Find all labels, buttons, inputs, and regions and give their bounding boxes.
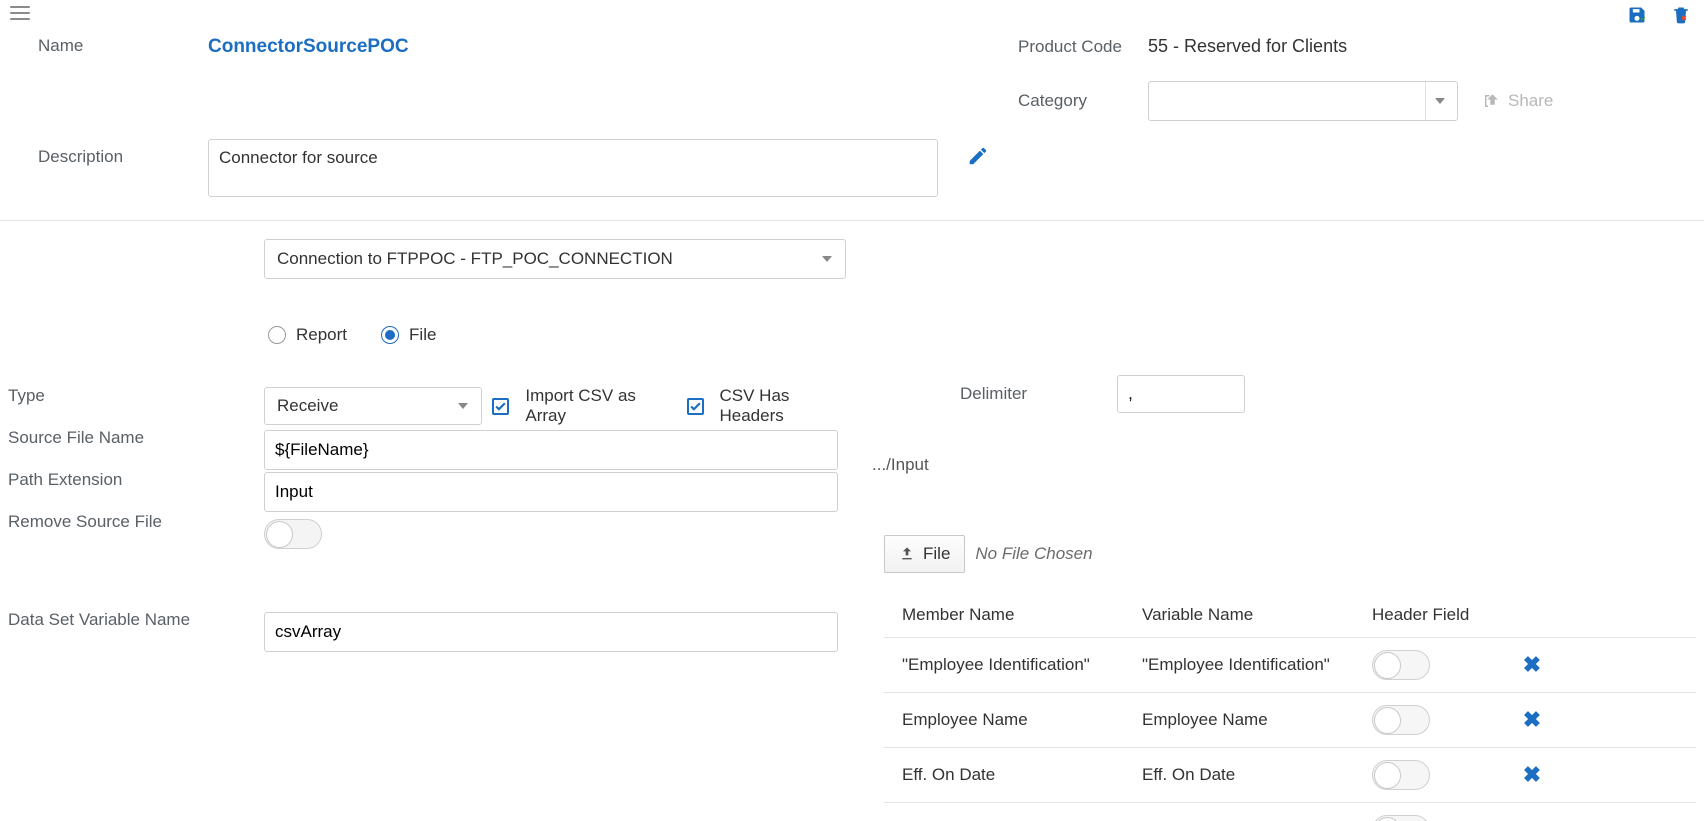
file-upload-button[interactable]: File (884, 535, 965, 573)
share-label: Share (1508, 91, 1553, 111)
product-code-label: Product Code (1018, 37, 1148, 57)
import-csv-label: Import CSV as Array (525, 386, 666, 426)
type-label: Type (8, 375, 256, 417)
category-label: Category (1018, 91, 1148, 111)
file-button-label: File (923, 544, 950, 564)
delimiter-input[interactable] (1117, 375, 1245, 413)
description-label: Description (38, 139, 208, 167)
member-name-cell: Employee Name (902, 710, 1142, 730)
radio-file[interactable]: File (381, 325, 436, 345)
delete-row-icon[interactable]: ✖ (1502, 707, 1562, 733)
source-file-input[interactable] (264, 430, 838, 470)
csv-headers-label: CSV Has Headers (720, 386, 847, 426)
delete-row-icon[interactable]: ✖ (1502, 652, 1562, 678)
chevron-down-icon (458, 403, 468, 409)
path-preview: .../Input (872, 455, 1696, 475)
dataset-variable-input[interactable] (264, 612, 838, 652)
chevron-down-icon (822, 256, 832, 262)
remove-source-label: Remove Source File (8, 501, 256, 543)
description-input[interactable] (208, 139, 938, 197)
dataset-variable-label: Data Set Variable Name (8, 599, 256, 641)
name-label: Name (38, 36, 208, 56)
table-row: Employee NameEmployee Name ✖ (884, 692, 1696, 747)
variable-name-cell: "Employee Identification" (1142, 655, 1372, 675)
type-value: Receive (277, 396, 338, 416)
delimiter-label: Delimiter (960, 384, 1027, 404)
header-field-toggle[interactable] (1372, 815, 1430, 821)
edit-icon[interactable] (967, 145, 989, 167)
table-row: Data ItemData Item✖ (884, 802, 1696, 821)
path-extension-input[interactable] (264, 472, 838, 512)
variable-name-cell: Employee Name (1142, 710, 1372, 730)
header-field-toggle[interactable] (1372, 650, 1430, 680)
product-code-value: 55 - Reserved for Clients (1148, 36, 1670, 57)
save-icon[interactable] (1626, 4, 1648, 26)
table-row: "Employee Identification""Employee Ident… (884, 637, 1696, 692)
category-select[interactable] (1148, 81, 1458, 121)
chevron-down-icon (1435, 98, 1445, 104)
delete-row-icon[interactable]: ✖ (1502, 817, 1562, 821)
import-csv-checkbox[interactable] (492, 398, 509, 415)
radio-report-label: Report (296, 325, 347, 345)
type-select[interactable]: Receive (264, 387, 482, 425)
table-row: Eff. On DateEff. On Date ✖ (884, 747, 1696, 802)
col-header-field: Header Field (1372, 605, 1502, 625)
radio-report[interactable]: Report (268, 325, 347, 345)
header-field-toggle[interactable] (1372, 760, 1430, 790)
radio-file-label: File (409, 325, 436, 345)
member-name-cell: Eff. On Date (902, 765, 1142, 785)
header-field-toggle[interactable] (1372, 705, 1430, 735)
col-variable-name: Variable Name (1142, 605, 1372, 625)
connection-value: Connection to FTPPOC - FTP_POC_CONNECTIO… (277, 249, 673, 269)
member-name-cell: "Employee Identification" (902, 655, 1142, 675)
path-extension-label: Path Extension (8, 459, 256, 501)
connection-select[interactable]: Connection to FTPPOC - FTP_POC_CONNECTIO… (264, 239, 846, 279)
delete-icon[interactable] (1670, 4, 1692, 26)
no-file-chosen: No File Chosen (975, 544, 1092, 564)
delete-row-icon[interactable]: ✖ (1502, 762, 1562, 788)
share-button[interactable]: Share (1482, 91, 1553, 111)
csv-headers-checkbox[interactable] (687, 398, 704, 415)
source-file-label: Source File Name (8, 417, 256, 459)
mapping-table: Member Name Variable Name Header Field "… (884, 593, 1696, 821)
col-member-name: Member Name (902, 605, 1142, 625)
remove-source-toggle[interactable] (264, 519, 322, 549)
name-value: ConnectorSourcePOC (208, 36, 938, 58)
variable-name-cell: Eff. On Date (1142, 765, 1372, 785)
menu-icon[interactable] (10, 6, 30, 20)
